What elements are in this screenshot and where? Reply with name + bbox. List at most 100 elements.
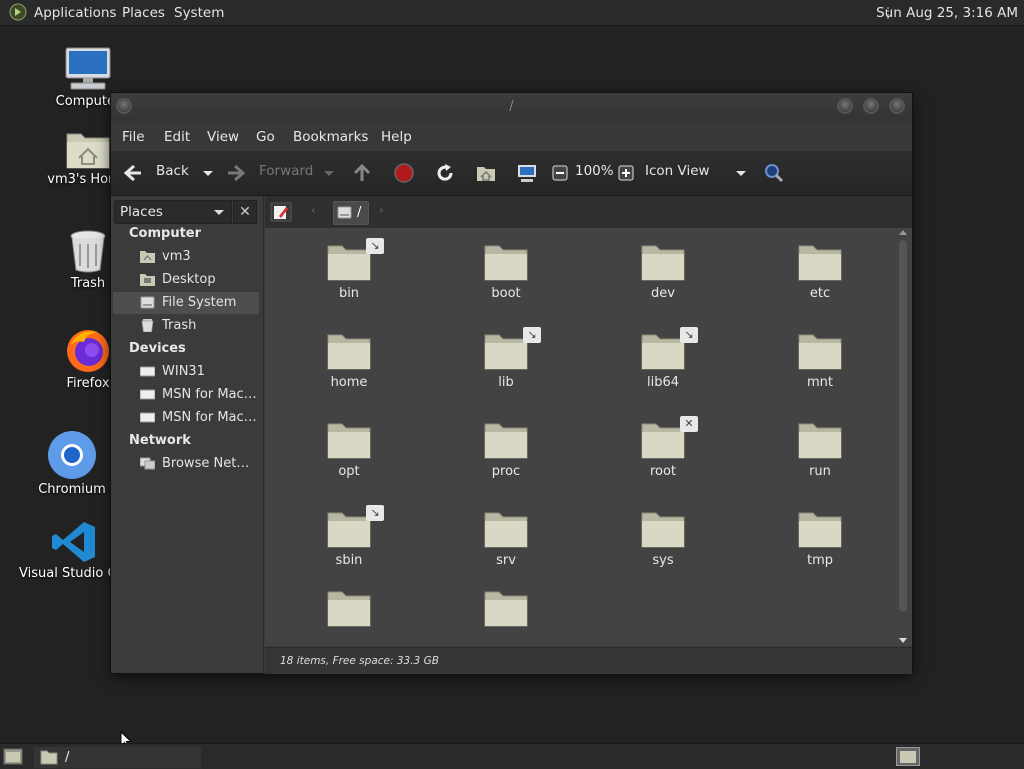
sidebar-item-label: WIN31: [162, 364, 205, 379]
menu-file[interactable]: File: [122, 129, 145, 145]
back-arrow-icon[interactable]: [122, 162, 144, 184]
toolbar: Back Forward 100% Icon View: [111, 151, 912, 196]
file-item[interactable]: tmp: [760, 507, 880, 568]
computer-icon[interactable]: [516, 162, 538, 184]
system-menu[interactable]: System: [174, 5, 224, 21]
up-arrow-icon[interactable]: [351, 162, 373, 184]
workspace-switcher-icon[interactable]: [896, 747, 920, 766]
show-desktop-icon[interactable]: [3, 748, 23, 765]
sidebar-item-trash[interactable]: Trash: [113, 315, 259, 337]
minimize-button[interactable]: [837, 98, 853, 114]
search-icon[interactable]: [763, 162, 785, 184]
file-item[interactable]: sys: [603, 507, 723, 568]
close-sidebar-button[interactable]: ✕: [233, 200, 257, 224]
clock[interactable]: Sun Aug 25, 3:16 AM: [876, 5, 1018, 21]
file-item[interactable]: etc: [760, 240, 880, 301]
taskbar-window-button[interactable]: /: [33, 746, 202, 769]
sidebar-item-label: Browse Net…: [162, 456, 250, 471]
zoom-out-icon[interactable]: [549, 162, 571, 184]
maximize-button[interactable]: [863, 98, 879, 114]
taskbar-window-label: /: [65, 750, 70, 765]
zoom-in-icon[interactable]: [615, 162, 637, 184]
file-item[interactable]: lib64 ↘: [603, 327, 723, 390]
file-item-label: etc: [809, 286, 831, 301]
menu-view[interactable]: View: [207, 129, 239, 145]
reload-icon[interactable]: [434, 162, 456, 184]
sidebar-section-network: Network: [129, 433, 191, 448]
menu-go[interactable]: Go: [256, 129, 275, 145]
zoom-level[interactable]: 100%: [575, 163, 614, 179]
view-mode-select[interactable]: Icon View: [645, 163, 710, 179]
file-item[interactable]: sbin ↘: [289, 505, 409, 568]
file-item[interactable]: root ✕: [603, 416, 723, 479]
edit-path-icon[interactable]: [270, 202, 292, 222]
back-button[interactable]: Back: [156, 163, 189, 179]
menu-help[interactable]: Help: [381, 129, 412, 145]
window-title: /: [509, 99, 514, 114]
path-root-button[interactable]: /: [333, 201, 369, 225]
path-left-arrow-icon[interactable]: ‹: [311, 203, 316, 217]
sidebar-item-win31[interactable]: WIN31: [113, 361, 259, 383]
sidebar-item-label: Desktop: [162, 272, 216, 287]
close-window-button[interactable]: [889, 98, 905, 114]
scroll-up-icon[interactable]: [899, 230, 907, 235]
sidebar-item-label: MSN for Mac…: [162, 387, 257, 402]
sidebar-item-label: MSN for Mac…: [162, 410, 257, 425]
path-right-arrow-icon[interactable]: ›: [379, 203, 384, 217]
view-mode-dropdown-icon[interactable]: [730, 162, 752, 184]
file-item[interactable]: boot: [446, 240, 566, 301]
no-access-emblem-icon: ✕: [680, 416, 698, 432]
home-folder-icon: [66, 133, 110, 169]
file-item[interactable]: mnt: [760, 329, 880, 390]
file-item[interactable]: proc: [446, 418, 566, 479]
forward-button[interactable]: Forward: [259, 163, 313, 179]
file-item-label: sbin: [335, 553, 363, 568]
status-bar: 18 items, Free space: 33.3 GB: [265, 647, 912, 674]
file-item[interactable]: [446, 586, 566, 632]
sidebar-type-select[interactable]: Places: [114, 200, 232, 224]
file-item[interactable]: home: [289, 329, 409, 390]
folder-icon: [798, 334, 842, 370]
folder-icon: [484, 423, 528, 459]
file-icon-view[interactable]: bin ↘ boot dev etc home lib ↘ lib64 ↘ mnt opt proc ro…: [265, 228, 912, 646]
file-item-label: root: [649, 464, 677, 479]
vertical-scrollbar[interactable]: [897, 230, 909, 646]
file-item-label: opt: [338, 464, 360, 479]
disk-icon: [140, 412, 155, 423]
file-item[interactable]: run: [760, 418, 880, 479]
chromium-icon: [48, 431, 96, 479]
file-item[interactable]: srv: [446, 507, 566, 568]
stop-icon[interactable]: [393, 162, 415, 184]
file-item[interactable]: opt: [289, 418, 409, 479]
applications-menu[interactable]: Applications: [34, 5, 116, 21]
sidebar-item-desktop[interactable]: Desktop: [113, 269, 259, 291]
forward-arrow-icon[interactable]: [225, 162, 247, 184]
sidebar-type-label: Places: [120, 204, 163, 220]
back-history-dropdown-icon[interactable]: [197, 162, 219, 184]
forward-history-dropdown-icon[interactable]: [318, 162, 340, 184]
file-item-label: bin: [338, 286, 360, 301]
places-menu[interactable]: Places: [122, 5, 165, 21]
disk-icon: [140, 366, 155, 377]
menu-edit[interactable]: Edit: [164, 129, 190, 145]
menubar: File Edit View Go Bookmarks Help: [111, 121, 912, 151]
file-item-label: run: [809, 464, 831, 479]
sidebar-item-msn-2[interactable]: MSN for Mac…: [113, 407, 259, 429]
sidebar-item-browse-network[interactable]: Browse Net…: [113, 453, 259, 475]
file-item[interactable]: dev: [603, 240, 723, 301]
file-item-label: srv: [496, 553, 516, 568]
file-item[interactable]: lib ↘: [446, 327, 566, 390]
path-root-label: /: [357, 205, 362, 220]
sidebar-item-file-system[interactable]: File System: [113, 292, 259, 314]
sidebar-item-vm3[interactable]: vm3: [113, 246, 259, 268]
mate-logo-icon[interactable]: [9, 3, 27, 21]
window-titlebar[interactable]: /: [111, 93, 912, 121]
file-item[interactable]: [289, 586, 409, 632]
folder-icon: [484, 245, 528, 281]
sidebar-item-msn-1[interactable]: MSN for Mac…: [113, 384, 259, 406]
menu-bookmarks[interactable]: Bookmarks: [293, 129, 368, 145]
scrollbar-thumb[interactable]: [899, 240, 907, 612]
scroll-down-icon[interactable]: [899, 638, 907, 643]
home-icon[interactable]: [475, 162, 497, 184]
file-item[interactable]: bin ↘: [289, 238, 409, 301]
